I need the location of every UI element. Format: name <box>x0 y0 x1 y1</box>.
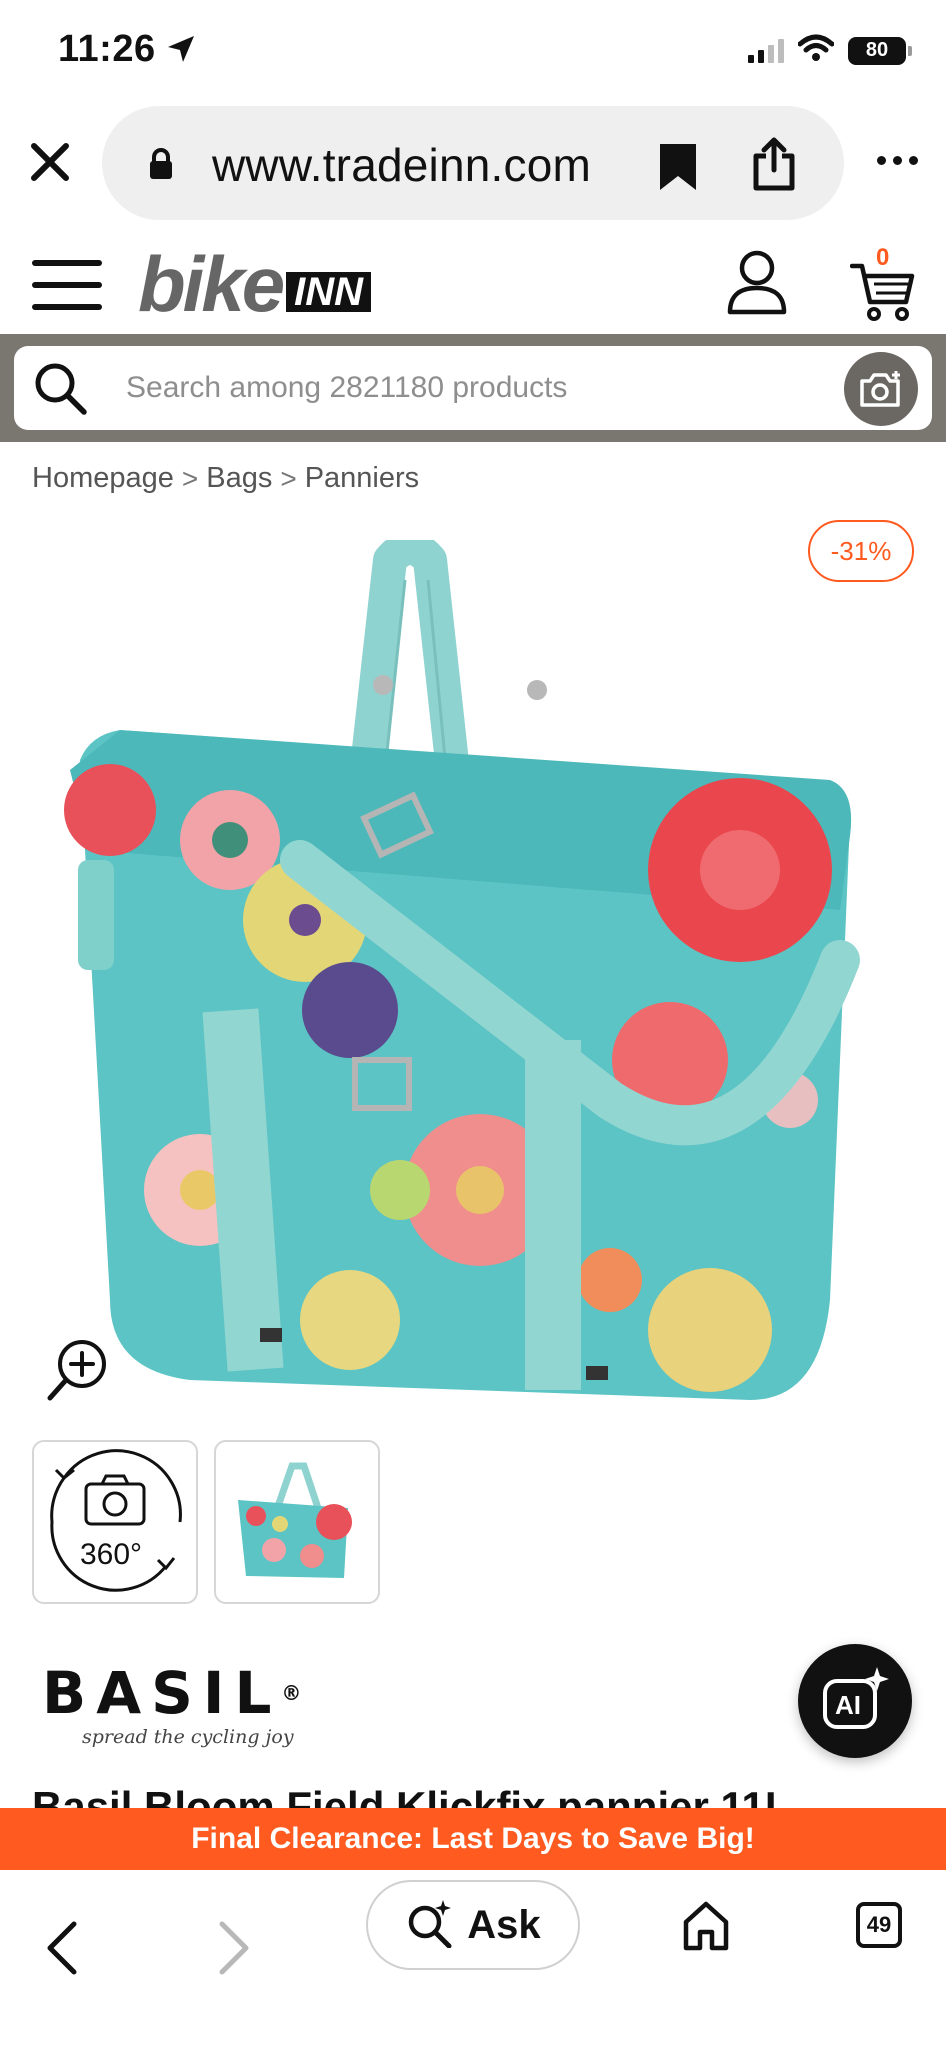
location-arrow-icon <box>166 34 196 69</box>
sparkle-search-icon <box>405 1898 455 1953</box>
breadcrumb-item-bags[interactable]: Bags <box>206 462 272 495</box>
close-icon[interactable] <box>26 138 74 186</box>
url-text[interactable]: www.tradeinn.com <box>212 138 591 192</box>
zoom-in-icon[interactable] <box>46 1336 112 1407</box>
site-logo[interactable]: bike INN <box>138 240 371 328</box>
ask-label: Ask <box>467 1902 541 1947</box>
breadcrumb-item-panniers[interactable]: Panniers <box>305 462 419 495</box>
share-icon[interactable] <box>752 136 796 197</box>
lock-icon <box>148 148 174 185</box>
product-title: Basil Bloom Field Klickfix pannier 11L <box>32 1783 791 1808</box>
svg-text:AI: AI <box>835 1690 861 1720</box>
breadcrumb: Homepage > Bags > Panniers <box>32 462 419 495</box>
brand-tagline: spread the cycling joy <box>82 1726 294 1748</box>
search-input[interactable] <box>126 356 826 420</box>
logo-bike: bike <box>138 240 285 328</box>
search-icon[interactable] <box>32 360 88 421</box>
search-strip <box>0 334 946 442</box>
menu-icon[interactable] <box>32 260 102 310</box>
product-image[interactable] <box>50 531 880 1400</box>
thumbnail-360-view[interactable]: 360° <box>32 1440 198 1604</box>
status-time: 11:26 <box>58 28 156 70</box>
cart-button[interactable]: 0 <box>849 244 920 327</box>
brand-name: BASIL® <box>42 1659 302 1727</box>
address-bar[interactable]: www.tradeinn.com <box>102 106 844 220</box>
more-icon[interactable] <box>877 156 918 165</box>
status-bar: 11:26 80 <box>0 0 946 100</box>
camera-search-icon[interactable] <box>844 352 918 426</box>
promo-banner[interactable]: Final Clearance: Last Days to Save Big! <box>0 1808 946 1870</box>
battery-icon: 80 <box>848 36 912 65</box>
forward-icon[interactable] <box>216 1920 252 1981</box>
site-header: bike INN 0 <box>0 232 946 334</box>
thumbnail-360-label: 360° <box>80 1538 143 1571</box>
browser-toolbar: Ask 49 <box>0 1870 946 2048</box>
tab-count: 49 <box>866 1912 892 1937</box>
ask-button[interactable]: Ask <box>366 1880 580 1970</box>
signal-icon <box>748 38 784 63</box>
search-box[interactable] <box>14 346 932 430</box>
battery-level: 80 <box>865 39 889 61</box>
cart-icon <box>849 262 916 327</box>
tabs-icon[interactable]: 49 <box>856 1902 902 1948</box>
user-icon[interactable] <box>726 248 788 321</box>
breadcrumb-separator: > <box>181 462 199 494</box>
wifi-icon <box>797 34 835 67</box>
browser-bar: www.tradeinn.com <box>0 100 946 230</box>
home-icon[interactable] <box>680 1900 732 1957</box>
ai-assistant-icon[interactable]: AI <box>798 1644 912 1758</box>
back-icon[interactable] <box>44 1920 80 1981</box>
breadcrumb-item-homepage[interactable]: Homepage <box>32 462 174 495</box>
breadcrumb-separator: > <box>280 462 297 494</box>
brand-logo[interactable]: BASIL® spread the cycling joy <box>42 1664 301 1748</box>
bookmark-icon[interactable] <box>658 142 698 197</box>
thumbnail-product[interactable] <box>214 1440 380 1604</box>
status-indicators: 80 <box>748 34 912 67</box>
logo-inn: INN <box>286 272 371 312</box>
